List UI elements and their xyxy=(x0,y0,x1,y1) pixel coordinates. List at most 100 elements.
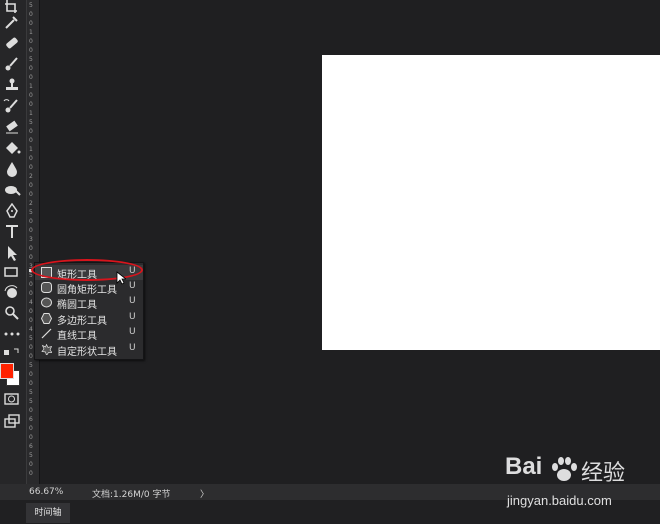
screen-mode-icon[interactable] xyxy=(3,413,21,429)
ruler-tick-label: 0 xyxy=(29,74,33,81)
ruler-tick-label: 0 xyxy=(29,461,33,468)
flyout-item-line-tool[interactable]: 直线工具 U xyxy=(35,326,143,342)
healing-brush-tool-icon[interactable] xyxy=(3,35,21,51)
ruler-tick-label: 0 xyxy=(29,425,33,432)
flyout-item-label: 椭圆工具 xyxy=(57,300,97,311)
flyout-item-label: 自定形状工具 xyxy=(57,347,117,358)
ruler-tick-label: 0 xyxy=(29,308,33,315)
ruler-tick-label: 5 xyxy=(29,2,33,9)
default-colors-icon[interactable] xyxy=(3,344,21,356)
flyout-item-rounded-rectangle-tool[interactable]: 圆角矩形工具 U xyxy=(35,280,143,296)
flyout-item-label: 直线工具 xyxy=(57,331,97,342)
ruler-tick-label: 5 xyxy=(29,56,33,63)
rectangle-tool-icon[interactable] xyxy=(3,264,21,280)
ruler-tick-label: 0 xyxy=(29,191,33,198)
ruler-tick-label: 5 xyxy=(29,452,33,459)
ruler-tick-label: 0 xyxy=(29,11,33,18)
ruler-tick-label: 0 xyxy=(29,101,33,108)
ruler-tick-label: 4 xyxy=(29,299,33,306)
ruler-tick-label: 2 xyxy=(29,173,33,180)
custom-shape-icon xyxy=(41,343,53,357)
dodge-tool-icon[interactable] xyxy=(3,182,21,198)
ruler-tick-label: 5 xyxy=(29,389,33,396)
ruler-tick-label: 0 xyxy=(29,128,33,135)
ruler-tick-label: 0 xyxy=(29,371,33,378)
ruler-tick-label: 0 xyxy=(29,137,33,144)
paint-bucket-tool-icon[interactable] xyxy=(3,140,21,156)
flyout-item-custom-shape-tool[interactable]: 自定形状工具 U xyxy=(35,342,143,358)
history-brush-tool-icon[interactable] xyxy=(3,98,21,114)
ruler-tick-label: 0 xyxy=(29,20,33,27)
ruler-tick-label: 1 xyxy=(29,83,33,90)
more-tools-icon[interactable] xyxy=(3,326,21,342)
brush-tool-icon[interactable] xyxy=(3,56,21,72)
ruler-tick-label: 1 xyxy=(29,29,33,36)
ruler-tick-label: 6 xyxy=(29,416,33,423)
tools-panel xyxy=(0,0,26,484)
highlight-annotation xyxy=(31,259,143,281)
flyout-item-shortcut: U xyxy=(129,296,136,306)
zoom-level[interactable]: 66.67% xyxy=(29,487,63,497)
status-menu-arrow-icon[interactable]: 〉 xyxy=(200,487,209,500)
ruler-tick-label: 0 xyxy=(29,65,33,72)
ruler-tick-label: 0 xyxy=(29,470,33,477)
quick-mask-icon[interactable] xyxy=(3,391,21,407)
ruler-tick-label: 0 xyxy=(29,380,33,387)
ruler-tick-label: 6 xyxy=(29,443,33,450)
watermark-url: jingyan.baidu.com xyxy=(507,493,612,508)
ruler-tick-label: 4 xyxy=(29,326,33,333)
rounded-rectangle-icon xyxy=(41,282,52,293)
flyout-item-shortcut: U xyxy=(129,312,136,322)
ruler-tick-label: 1 xyxy=(29,146,33,153)
watermark-brand-right: 经验 xyxy=(581,461,626,486)
flyout-item-shortcut: U xyxy=(129,327,136,337)
ruler-tick-label: 0 xyxy=(29,254,33,261)
clone-stamp-tool-icon[interactable] xyxy=(3,77,21,93)
baidu-jingyan-watermark: Bai 经验 jingyan.baidu.com xyxy=(505,453,655,513)
ruler-tick-label: 5 xyxy=(29,362,33,369)
path-selection-tool-icon[interactable] xyxy=(3,245,21,261)
eraser-tool-icon[interactable] xyxy=(3,119,21,135)
polygon-icon xyxy=(40,313,53,324)
ruler-tick-label: 5 xyxy=(29,209,33,216)
flyout-item-shortcut: U xyxy=(129,281,136,291)
ruler-tick-label: 0 xyxy=(29,47,33,54)
flyout-item-label: 多边形工具 xyxy=(57,316,107,327)
ruler-tick-label: 0 xyxy=(29,281,33,288)
flyout-item-shortcut: U xyxy=(129,343,136,353)
flyout-item-polygon-tool[interactable]: 多边形工具 U xyxy=(35,311,143,327)
ruler-tick-label: 0 xyxy=(29,227,33,234)
flyout-item-ellipse-tool[interactable]: 椭圆工具 U xyxy=(35,295,143,311)
watermark-brand-left: Bai xyxy=(505,453,543,480)
foreground-color-swatch[interactable] xyxy=(0,363,14,379)
paw-logo-icon xyxy=(549,455,579,483)
ruler-tick-label: 0 xyxy=(29,353,33,360)
blur-tool-icon[interactable] xyxy=(3,161,21,177)
ruler-tick-label: 0 xyxy=(29,182,33,189)
mouse-cursor-icon xyxy=(116,270,128,285)
ruler-tick-label: 0 xyxy=(29,407,33,414)
ruler-tick-label: 0 xyxy=(29,317,33,324)
type-tool-icon[interactable] xyxy=(3,224,21,240)
ellipse-icon xyxy=(41,297,52,308)
pen-tool-icon[interactable] xyxy=(3,203,21,219)
ruler-tick-label: 0 xyxy=(29,218,33,225)
eyedropper-tool-icon[interactable] xyxy=(3,14,21,30)
flyout-item-label: 圆角矩形工具 xyxy=(57,285,117,296)
zoom-tool-icon[interactable] xyxy=(3,305,21,321)
vertical-ruler: 5001005001001500100200250030035004004500… xyxy=(26,0,40,484)
ruler-tick-label: 3 xyxy=(29,236,33,243)
line-icon xyxy=(41,328,52,339)
ruler-tick-label: 1 xyxy=(29,110,33,117)
ruler-tick-label: 0 xyxy=(29,164,33,171)
ruler-tick-label: 0 xyxy=(29,38,33,45)
ruler-tick-label: 2 xyxy=(29,200,33,207)
ruler-tick-label: 5 xyxy=(29,398,33,405)
tab-timeline[interactable]: 时间轴 xyxy=(26,503,70,523)
ruler-tick-label: 0 xyxy=(29,344,33,351)
ruler-tick-label: 0 xyxy=(29,155,33,162)
ruler-tick-label: 0 xyxy=(29,434,33,441)
rotate-view-tool-icon[interactable] xyxy=(3,285,21,301)
ruler-tick-label: 0 xyxy=(29,92,33,99)
document-canvas[interactable] xyxy=(322,55,660,350)
